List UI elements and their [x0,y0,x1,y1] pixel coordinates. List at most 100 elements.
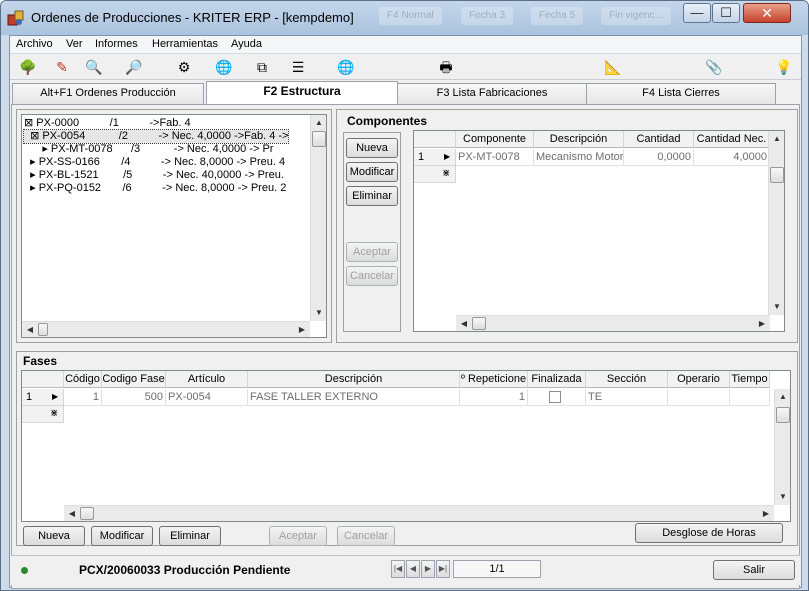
tree-node[interactable]: ▸ PX-BL-1521 /5 -> Nec. 40,0000 -> Preu. [24,169,284,182]
componentes-grid[interactable]: Componente Descripción Cantidad Cantidad… [413,130,785,332]
tab-estructura[interactable]: F2 Estructura [206,81,398,105]
componentes-aceptar-button[interactable]: Aceptar [346,242,398,262]
column-header-tiempo[interactable]: Tiempo [730,371,770,388]
salir-button[interactable]: Salir [713,560,795,580]
cell-codigo-fase[interactable]: 500 [102,389,166,406]
scroll-up-icon[interactable]: ▲ [311,115,327,131]
tree-horizontal-scrollbar[interactable]: ◀ ▶ [22,321,310,337]
scroll-thumb[interactable] [776,407,790,423]
column-header-codigo[interactable]: Código [64,371,102,388]
column-header-componente[interactable]: Componente [456,131,534,148]
column-header-operario[interactable]: Operario [668,371,730,388]
cell-descripcion[interactable]: Mecanismo Motor [534,149,624,166]
new-row-header[interactable]: ⋇ [22,406,64,423]
scroll-down-icon[interactable]: ▼ [311,305,327,321]
tree-node-selected[interactable]: ⊠ PX-0054 /2 -> Nec. 4,0000 ->Fab. 4 -> [22,129,290,144]
cell-repeticiones[interactable]: 1 [460,389,528,406]
componentes-vertical-scrollbar[interactable]: ▲ ▼ [768,131,784,315]
scroll-right-icon[interactable]: ▶ [758,506,774,521]
nav-prev-icon[interactable]: ◀ [406,560,420,578]
componentes-cancelar-button[interactable]: Cancelar [346,266,398,286]
scroll-right-icon[interactable]: ▶ [294,322,310,338]
copy-icon[interactable]: ⧉ [252,57,272,77]
menu-informes[interactable]: Informes [95,38,138,50]
scroll-thumb[interactable] [312,131,326,147]
scroll-up-icon[interactable]: ▲ [769,131,784,147]
scroll-right-icon[interactable]: ▶ [754,316,770,331]
checklist-icon[interactable]: ☰ [288,57,308,77]
componentes-nueva-button[interactable]: Nueva [346,138,398,158]
cell-articulo[interactable]: PX-0054 [166,389,248,406]
menu-archivo[interactable]: Archivo [16,38,53,50]
fases-eliminar-button[interactable]: Eliminar [159,526,221,546]
preview-icon[interactable]: 🔍 [84,57,104,77]
new-row-header[interactable]: ⋇ [414,166,456,183]
nav-first-icon[interactable]: |◀ [391,560,405,578]
ruler-icon[interactable]: 📐 [603,57,623,77]
paperclip-icon[interactable]: 📎 [704,57,724,77]
column-header-repeticiones[interactable]: º Repeticione [460,371,528,388]
close-button[interactable]: ✕ [743,3,791,23]
componentes-eliminar-button[interactable]: Eliminar [346,186,398,206]
tree-vertical-scrollbar[interactable]: ▲ ▼ [310,115,326,321]
cell-codigo[interactable]: 1 [64,389,102,406]
tree-icon[interactable]: 🌳 [18,57,38,77]
scroll-down-icon[interactable]: ▼ [769,299,784,315]
cell-tiempo[interactable] [730,389,770,406]
menu-ayuda[interactable]: Ayuda [231,38,262,50]
cell-seccion[interactable]: TE [586,389,668,406]
fases-grid[interactable]: Código Codigo Fase Artículo Descripción … [21,370,791,522]
tab-ordenes-produccion[interactable]: Alt+F1 Ordenes Producción [12,83,204,104]
scroll-thumb[interactable] [770,167,784,183]
fases-horizontal-scrollbar[interactable]: ◀ ▶ [64,505,774,521]
cell-cantidad-nec[interactable]: 4,0000 [694,149,770,166]
title-bar[interactable]: Ordenes de Producciones - KRITER ERP - [… [1,1,808,35]
column-header-descripcion[interactable]: Descripción [248,371,460,388]
tree-node[interactable]: ▸ PX-MT-0078 /3 -> Nec. 4,0000 -> Pr [24,143,273,156]
desglose-horas-button[interactable]: Desglose de Horas [635,523,783,543]
column-header-finalizada[interactable]: Finalizada [528,371,586,388]
scroll-left-icon[interactable]: ◀ [456,316,472,331]
fases-cancelar-button[interactable]: Cancelar [337,526,395,546]
world-question-icon[interactable]: 🌐 [336,57,356,77]
componentes-horizontal-scrollbar[interactable]: ◀ ▶ [456,315,770,331]
scroll-down-icon[interactable]: ▼ [775,489,790,505]
column-header-codigo-fase[interactable]: Codigo Fase [102,371,166,388]
componentes-modificar-button[interactable]: Modificar [346,162,398,182]
tab-lista-cierres[interactable]: F4 Lista Cierres [586,83,776,104]
nav-next-icon[interactable]: ▶ [421,560,435,578]
table-row-header[interactable]: 1 ▶ [414,149,456,166]
column-header-seccion[interactable]: Sección [586,371,668,388]
scroll-left-icon[interactable]: ◀ [22,322,38,338]
finalizada-checkbox[interactable] [549,391,561,403]
tab-lista-fabricaciones[interactable]: F3 Lista Fabricaciones [397,83,587,104]
maximize-button[interactable]: ☐ [712,3,740,23]
nav-last-icon[interactable]: ▶| [436,560,450,578]
printer-icon[interactable]: 🖶 [436,57,456,77]
menu-herramientas[interactable]: Herramientas [152,38,218,50]
tree-node[interactable]: ▸ PX-PQ-0152 /6 -> Nec. 8,0000 -> Preu. … [24,182,286,195]
pen-icon[interactable]: ✎ [52,57,72,77]
minimize-button[interactable]: — [683,3,711,23]
cell-componente[interactable]: PX-MT-0078 [456,149,534,166]
cell-finalizada[interactable] [528,389,586,406]
structure-tree[interactable]: ⊠ PX-0000 /1 ->Fab. 4 ⊠ PX-0054 /2 -> Ne… [21,114,327,338]
scroll-left-icon[interactable]: ◀ [64,506,80,521]
column-header-cantidad[interactable]: Cantidad [624,131,694,148]
find-icon[interactable]: 🔎 [124,57,144,77]
table-row-header[interactable]: 1 ▶ [22,389,64,406]
scroll-thumb[interactable] [80,507,94,520]
world-icon[interactable]: 🌐 [214,57,234,77]
fases-nueva-button[interactable]: Nueva [23,526,85,546]
fases-modificar-button[interactable]: Modificar [91,526,153,546]
cell-operario[interactable] [668,389,730,406]
tree-node[interactable]: ⊠ PX-0000 /1 ->Fab. 4 [24,117,191,130]
menu-ver[interactable]: Ver [66,38,83,50]
column-header-descripcion[interactable]: Descripción [534,131,624,148]
cell-descripcion[interactable]: FASE TALLER EXTERNO [248,389,460,406]
scroll-thumb[interactable] [38,323,48,336]
fases-aceptar-button[interactable]: Aceptar [269,526,327,546]
scroll-thumb[interactable] [472,317,486,330]
column-header-cantidad-nec[interactable]: Cantidad Nec. [694,131,770,148]
scroll-up-icon[interactable]: ▲ [775,389,790,405]
